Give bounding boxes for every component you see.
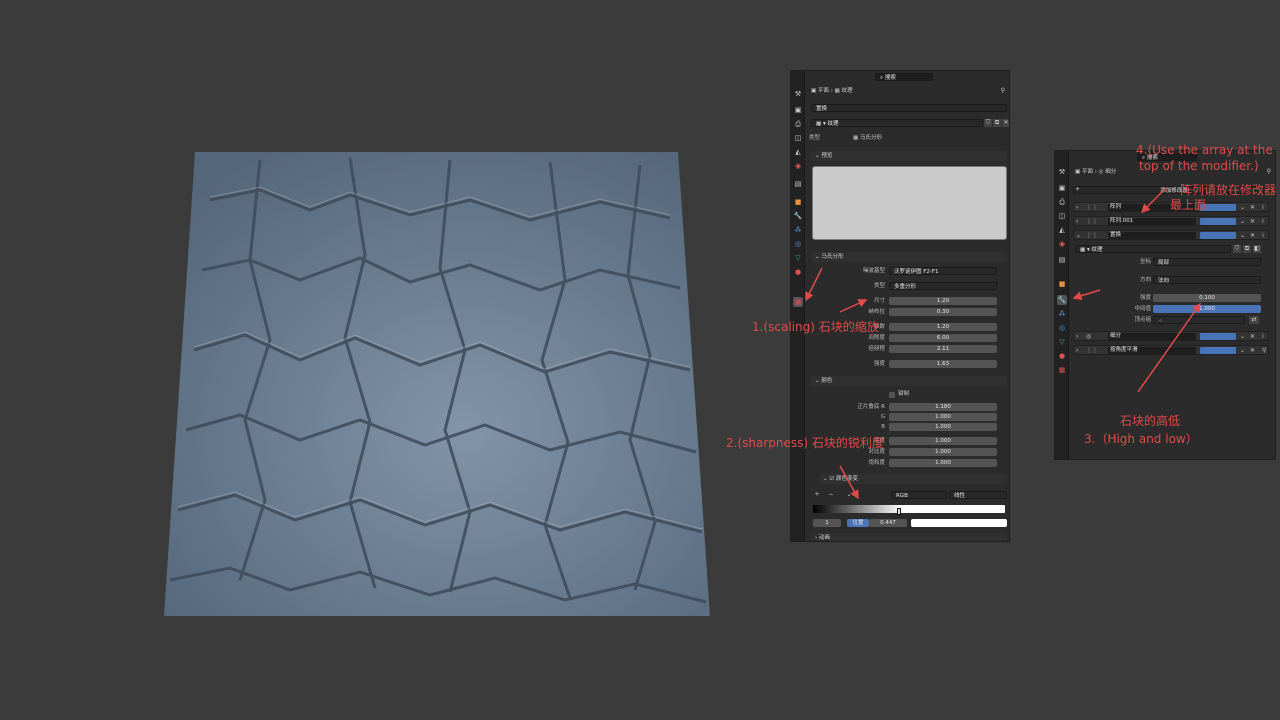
arrow-to-size [839,299,868,313]
annotation-height-en: 3.（High and low） [1084,432,1198,446]
annotation-array-cn-2: 最上面 [1170,198,1207,212]
annotation-arrows [805,187,1201,500]
annotation-scaling: 1.(scaling) 石块的缩放 [752,320,879,334]
annotation-array-en-1: 4.(Use the array at the [1136,143,1273,157]
arrow-to-color-ramp [839,465,859,500]
annotation-sharpness: 2.(sharpness) 石块的锐利度 [726,436,884,450]
annotation-array-en-2: top of the modifier.) [1139,159,1259,173]
arrow-to-modifier-tab [1072,289,1101,301]
arrow-to-strength [1137,302,1201,393]
arrow-to-texture-tab [805,267,823,302]
arrow-to-array [1140,187,1167,214]
annotation-height-cn: 石块的高低 [1120,414,1181,428]
canvas: ⚒ ▣ ⎙ ◫ ◭ ◉ ▤ ■ 🔧 ⁂ ◎ ▽ ● ▦ ⌕ 搜索 ▣ 平面 › … [0,0,1280,720]
